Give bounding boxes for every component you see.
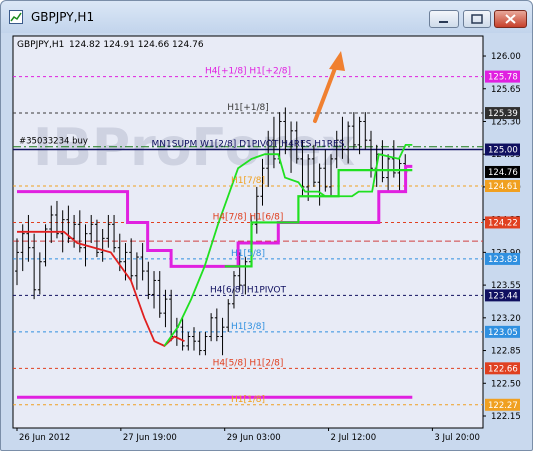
y-tick-label: 126.00 [491, 52, 521, 62]
y-tick-label: 122.15 [491, 412, 521, 422]
level-label: H1[1/8] [231, 395, 265, 405]
level-price-tag-text: 125.00 [488, 146, 518, 156]
level-price-tag-text: 125.39 [488, 109, 518, 119]
minimize-icon [439, 21, 448, 23]
title-bar[interactable]: GBPJPY,H1 [1, 1, 532, 33]
close-icon [505, 14, 516, 24]
x-tick-label: 27 Jun 19:00 [123, 433, 177, 443]
level-label: H4[+1/8] H1[+2/8] [205, 67, 291, 77]
chart-window-icon [9, 10, 23, 24]
plot-area [12, 35, 484, 429]
level-price-tag-text: 125.78 [488, 73, 518, 83]
level-price-tag-text: 124.22 [488, 218, 518, 228]
close-button[interactable] [494, 10, 527, 28]
level-label: H1[5/8] [231, 249, 265, 259]
maximize-button[interactable] [463, 10, 491, 28]
level-label: H4[5/8] H1[2/8] [213, 358, 284, 368]
level-price-tag-text: 123.05 [488, 328, 518, 338]
level-price-tag-text: 123.44 [488, 291, 518, 301]
level-label: H1[3/8] [231, 322, 265, 332]
minimize-button[interactable] [429, 10, 459, 28]
y-tick-label: 123.20 [491, 314, 521, 324]
level-label: H1[+1/8] [227, 103, 269, 113]
level-price-tag-text: 123.83 [488, 255, 518, 265]
level-label: H4[7/8] H1[6/8] [213, 212, 284, 222]
chart-window: GBPJPY,H1 IBProForex #35033234 buy H4[+1/… [0, 0, 533, 451]
level-price-tag-text: 124.61 [488, 182, 518, 192]
maximize-icon [471, 14, 483, 24]
level-price-tag-text: 122.66 [488, 364, 518, 374]
chart-ohlc: 124.82 124.91 124.66 124.76 [69, 40, 204, 50]
y-tick-label: 122.50 [491, 379, 521, 389]
y-tick-label: 122.85 [491, 347, 521, 357]
order-label: #35033234 buy [19, 137, 88, 147]
x-tick-label: 2 Jul 12:00 [331, 433, 377, 443]
window-title: GBPJPY,H1 [31, 10, 95, 24]
y-tick-label: 125.65 [491, 85, 521, 95]
x-tick-label: 3 Jul 20:00 [434, 433, 480, 443]
chart-symbol: GBPJPY,H1 [17, 40, 64, 50]
x-tick-label: 29 Jun 03:00 [227, 433, 281, 443]
level-label: MN1SUPM W1[2/8] D1PIVOT H4RES H1RES [152, 140, 345, 150]
level-label: H4[6/8] H1PIVOT [210, 285, 287, 295]
level-label: H1[7/8] [231, 176, 265, 186]
level-price-tag-text: 122.27 [488, 401, 518, 411]
current-price-tag-text: 124.76 [488, 168, 518, 178]
x-tick-label: 26 Jun 2012 [19, 433, 70, 443]
chart-client-area: IBProForex #35033234 buy H4[+1/8] H1[+2/8… [7, 33, 528, 447]
price-chart[interactable]: IBProForex #35033234 buyH4[+1/8] H1[+2/8… [7, 33, 528, 447]
